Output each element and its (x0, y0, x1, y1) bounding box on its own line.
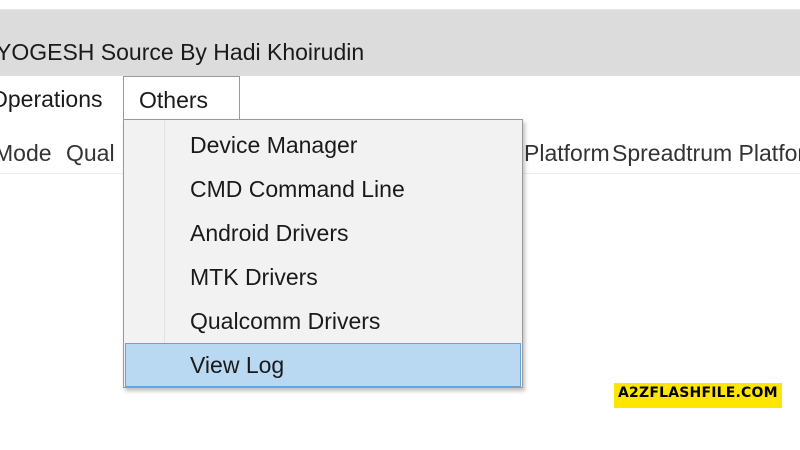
menu-item-device-manager[interactable]: Device Manager (125, 123, 521, 167)
tab-qualcomm[interactable]: Qual (66, 140, 115, 167)
window-title: YOGESH Source By Hadi Khoirudin (0, 39, 365, 65)
others-dropdown-menu: Device Manager CMD Command Line Android … (123, 119, 523, 388)
menu-item-android-drivers[interactable]: Android Drivers (125, 211, 521, 255)
menu-item-mtk-drivers[interactable]: MTK Drivers (125, 255, 521, 299)
menu-operations[interactable]: Operations (0, 86, 103, 113)
menu-item-cmd-command-line[interactable]: CMD Command Line (125, 167, 521, 211)
window-top-strip (0, 0, 800, 10)
menu-bar: Operations Others (0, 76, 800, 122)
menu-item-qualcomm-drivers[interactable]: Qualcomm Drivers (125, 299, 521, 343)
menu-item-view-log[interactable]: View Log (125, 343, 521, 387)
tab-spreadtrum-platform[interactable]: Spreadtrum Platform (612, 140, 800, 167)
tab-mode[interactable]: Mode (0, 140, 52, 167)
watermark-badge: A2ZFLASHFILE.COM (614, 383, 782, 408)
title-bar: YOGESH Source By Hadi Khoirudin (0, 10, 800, 76)
tab-platform[interactable]: Platform (524, 140, 610, 167)
menu-others[interactable]: Others (123, 76, 240, 120)
